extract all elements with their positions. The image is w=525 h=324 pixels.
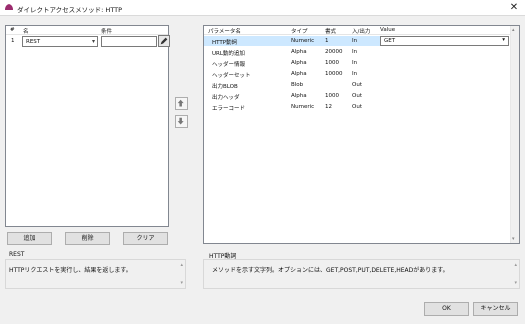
param-io: In xyxy=(352,60,358,66)
chevron-down-icon: ▾ xyxy=(91,38,95,45)
param-value-select[interactable]: GET ▾ xyxy=(380,36,509,46)
param-format: 20000 xyxy=(325,49,343,55)
param-type: Numeric xyxy=(291,38,315,44)
app-logo-icon xyxy=(5,4,13,10)
param-type: Alpha xyxy=(291,71,307,77)
param-io: Out xyxy=(352,82,362,88)
param-name: ヘッダーセット xyxy=(212,73,251,79)
cancel-button[interactable]: キャンセル xyxy=(473,302,518,316)
parameter-list-header: パラメータ名 タイプ 書式 入/出力 Value xyxy=(204,26,519,35)
col-param-name-header: パラメータ名 xyxy=(208,29,241,35)
param-io: Out xyxy=(352,104,362,110)
title-bar: ダイレクトアクセスメソッド: HTTP ✕ xyxy=(0,0,525,16)
col-index-header: # xyxy=(10,27,15,33)
param-type: Numeric xyxy=(291,104,315,110)
param-name: HTTP動詞 xyxy=(212,40,238,46)
method-name-select[interactable]: REST ▾ xyxy=(22,36,98,47)
table-row[interactable]: 出力BLOB Blob Out xyxy=(204,80,509,90)
table-row[interactable]: ヘッダー情報 Alpha 1000 In xyxy=(204,58,509,68)
col-type-header: タイプ xyxy=(291,29,308,35)
move-up-button[interactable] xyxy=(175,97,188,110)
param-format: 1000 xyxy=(325,60,339,66)
add-button[interactable]: 追加 xyxy=(7,232,52,245)
scroll-up-icon[interactable]: ▴ xyxy=(512,27,515,33)
vertical-scrollbar[interactable]: ▴ ▾ xyxy=(510,26,519,243)
left-desc-label: REST xyxy=(9,251,25,258)
param-type: Blob xyxy=(291,82,304,88)
method-list[interactable]: # 名 条件 1 REST ▾ xyxy=(5,25,170,227)
window-title: ダイレクトアクセスメソッド: HTTP xyxy=(17,6,123,14)
param-format: 10000 xyxy=(325,71,343,77)
param-value: GET xyxy=(384,38,396,44)
param-type: Alpha xyxy=(291,60,307,66)
method-list-header: # 名 条件 xyxy=(6,26,168,35)
edit-condition-button[interactable] xyxy=(158,35,170,47)
table-row[interactable]: URL動的追加 Alpha 20000 In xyxy=(204,47,509,57)
delete-button[interactable]: 削除 xyxy=(65,232,110,245)
left-description: HTTPリクエストを実行し、結果を返します。 ▴ ▾ xyxy=(5,259,186,289)
arrow-up-icon xyxy=(177,99,184,107)
scroll-up-icon[interactable]: ▴ xyxy=(180,262,183,268)
param-name: URL動的追加 xyxy=(212,51,245,57)
param-format: 12 xyxy=(325,104,332,110)
param-format: 1 xyxy=(325,38,329,44)
param-format: 1000 xyxy=(325,93,339,99)
col-value-header: Value xyxy=(380,27,396,33)
col-format-header: 書式 xyxy=(325,29,337,35)
param-name: 出力ヘッダ xyxy=(212,95,240,101)
left-desc-text: HTTPリクエストを実行し、結果を返します。 xyxy=(9,267,132,274)
param-type: Alpha xyxy=(291,93,307,99)
arrow-down-icon xyxy=(177,117,184,125)
table-row[interactable]: エラーコード Numeric 12 Out xyxy=(204,102,509,112)
chevron-down-icon: ▾ xyxy=(502,37,505,43)
col-name-header: 名 xyxy=(23,29,29,35)
table-row[interactable]: ヘッダーセット Alpha 10000 In xyxy=(204,69,509,79)
param-io: In xyxy=(352,38,358,44)
param-name: ヘッダー情報 xyxy=(212,62,246,68)
param-io: Out xyxy=(352,93,362,99)
table-row[interactable]: HTTP動詞 Numeric 1 In GET ▾ xyxy=(204,36,509,46)
row-index: 1 xyxy=(11,38,15,44)
param-io: In xyxy=(352,71,358,77)
param-type: Alpha xyxy=(291,49,307,55)
parameter-list[interactable]: パラメータ名 タイプ 書式 入/出力 Value HTTP動詞 Numeric … xyxy=(203,25,520,244)
condition-input[interactable] xyxy=(101,36,157,47)
col-condition-header: 条件 xyxy=(101,29,113,35)
close-button[interactable]: ✕ xyxy=(507,1,521,15)
table-row[interactable]: 出力ヘッダ Alpha 1000 Out xyxy=(204,91,509,101)
col-io-header: 入/出力 xyxy=(352,29,371,35)
pencil-icon xyxy=(160,37,168,45)
method-name-value: REST xyxy=(26,39,41,45)
param-name: 出力BLOB xyxy=(212,84,238,90)
move-down-button[interactable] xyxy=(175,115,188,128)
right-description: メソッドを示す文字列。オプションには、GET,POST,PUT,DELETE,H… xyxy=(203,259,520,289)
method-row[interactable]: 1 REST ▾ xyxy=(6,35,170,47)
param-io: In xyxy=(352,49,358,55)
param-name: エラーコード xyxy=(212,106,246,112)
scroll-down-icon[interactable]: ▾ xyxy=(512,236,515,242)
clear-button[interactable]: クリア xyxy=(123,232,168,245)
scroll-down-icon[interactable]: ▾ xyxy=(180,280,183,286)
right-desc-text: メソッドを示す文字列。オプションには、GET,POST,PUT,DELETE,H… xyxy=(212,267,449,274)
ok-button[interactable]: OK xyxy=(424,302,469,316)
scroll-up-icon[interactable]: ▴ xyxy=(514,262,517,268)
scroll-down-icon[interactable]: ▾ xyxy=(514,280,517,286)
